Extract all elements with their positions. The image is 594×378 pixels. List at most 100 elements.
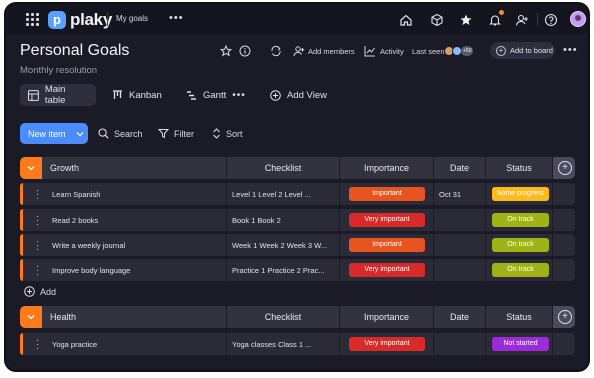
board-more-button[interactable]: •••	[563, 44, 578, 56]
row-color-bar	[20, 183, 23, 205]
user-avatar[interactable]	[570, 11, 586, 27]
sort-button[interactable]: Sort	[212, 128, 243, 139]
add-item-button[interactable]: Add	[24, 286, 56, 297]
add-to-board-button[interactable]: + Add to board	[490, 42, 555, 59]
help-icon[interactable]	[544, 13, 558, 27]
kanban-icon	[113, 89, 122, 99]
item-name[interactable]: Write a weekly journal	[20, 234, 226, 256]
importance-cell[interactable]: Important	[340, 183, 433, 205]
status-pill: On track	[492, 238, 549, 252]
status-cell[interactable]: On track	[486, 234, 552, 256]
row-menu-icon[interactable]: · · ·	[36, 336, 39, 353]
table-row[interactable]: · · · Read 2 books Book 1 Book 2 Very impo…	[20, 209, 576, 231]
new-item-button[interactable]: New item	[20, 123, 88, 144]
status-cell[interactable]: Not started	[486, 333, 552, 355]
checklist-cell[interactable]: Week 1 Week 2 Week 3 W...	[227, 234, 339, 256]
add-column-button[interactable]	[553, 306, 575, 328]
search-label: Search	[114, 128, 143, 139]
add-view-button[interactable]: Add View	[262, 84, 335, 106]
checklist-cell[interactable]: Level 1 Level 2 Level ...	[227, 183, 339, 205]
importance-pill: Very important	[349, 213, 425, 227]
last-seen-avatars[interactable]: +50	[444, 46, 474, 56]
apps-grid-icon[interactable]	[26, 13, 39, 26]
plaky-logo-icon: p	[48, 11, 66, 29]
bell-icon[interactable]	[488, 13, 502, 27]
status-cell[interactable]: On track	[486, 209, 552, 231]
workspace-more-button[interactable]: •••	[169, 12, 184, 24]
column-header-checklist[interactable]: Checklist	[227, 157, 339, 179]
importance-cell[interactable]: Important	[340, 234, 433, 256]
row-menu-icon[interactable]: · · ·	[36, 186, 39, 203]
table-row[interactable]: · · · Write a weekly journal Week 1 Week 2…	[20, 234, 576, 256]
column-header-importance[interactable]: Importance	[340, 157, 433, 179]
checklist-cell[interactable]: Book 1 Book 2	[227, 209, 339, 231]
column-header-date[interactable]: Date	[434, 306, 485, 328]
home-icon[interactable]	[399, 13, 413, 27]
row-menu-icon[interactable]: · · ·	[36, 212, 39, 229]
workspace-name[interactable]: My goals	[116, 14, 148, 23]
group-collapse-toggle[interactable]	[20, 157, 42, 179]
importance-pill: Important	[349, 238, 425, 252]
row-color-bar	[20, 333, 23, 355]
item-name[interactable]: Learn Spanish	[20, 183, 226, 205]
importance-cell[interactable]: Very important	[340, 333, 433, 355]
filter-button[interactable]: Filter	[158, 128, 194, 139]
checklist-cell[interactable]: Yoga classes Class 1 ...	[227, 333, 339, 355]
group-header-growth: Growth Checklist Importance Date Status	[20, 157, 576, 179]
favorite-star-icon[interactable]	[220, 45, 232, 57]
notification-badge	[499, 10, 504, 15]
chevron-down-icon	[27, 315, 35, 320]
automation-icon[interactable]	[270, 45, 282, 57]
item-name[interactable]: Improve body language	[20, 259, 226, 281]
group-name[interactable]: Health	[20, 306, 226, 328]
table-row[interactable]: · · · Improve body language Practice 1 Pra…	[20, 259, 576, 281]
column-header-date[interactable]: Date	[434, 157, 485, 179]
search-button[interactable]: Search	[98, 128, 143, 139]
item-name[interactable]: Read 2 books	[20, 209, 226, 231]
tab-gantt[interactable]: Gantt •••	[178, 84, 254, 106]
date-cell[interactable]	[434, 333, 485, 355]
row-menu-icon[interactable]: · · ·	[36, 237, 39, 254]
board-title[interactable]: Personal Goals	[20, 42, 129, 60]
checklist-cell[interactable]: Practice 1 Practice 2 Prac...	[227, 259, 339, 281]
row-menu-icon[interactable]: · · ·	[36, 262, 39, 279]
logo[interactable]: p plaky	[48, 10, 112, 30]
add-members-icon[interactable]	[293, 45, 305, 57]
column-header-importance[interactable]: Importance	[340, 306, 433, 328]
group-collapse-toggle[interactable]	[20, 306, 42, 328]
column-header-status[interactable]: Status	[486, 157, 552, 179]
star-icon[interactable]	[459, 13, 473, 27]
group-name[interactable]: Growth	[20, 157, 226, 179]
tab-label: Kanban	[129, 89, 162, 101]
cube-icon[interactable]	[430, 13, 444, 27]
tab-kanban[interactable]: Kanban	[104, 84, 170, 106]
column-header-checklist[interactable]: Checklist	[227, 306, 339, 328]
date-cell[interactable]	[434, 209, 485, 231]
add-column-button[interactable]	[553, 157, 575, 179]
plus-circle-icon: +	[496, 45, 506, 56]
status-cell[interactable]: On track	[486, 259, 552, 281]
status-cell[interactable]: Some progress	[486, 183, 552, 205]
add-user-icon[interactable]	[515, 13, 529, 27]
last-seen-count: +50	[461, 46, 474, 56]
add-members-button[interactable]: Add members	[308, 47, 355, 56]
info-icon[interactable]	[239, 45, 251, 57]
date-cell[interactable]: Oct 31	[434, 183, 485, 205]
status-pill: On track	[492, 213, 549, 227]
activity-icon[interactable]	[364, 45, 376, 57]
table-row[interactable]: · · · Learn Spanish Level 1 Level 2 Level …	[20, 183, 576, 205]
column-header-status[interactable]: Status	[486, 306, 552, 328]
board-description[interactable]: Monthly resolution	[20, 65, 97, 76]
tab-main-table[interactable]: Main table	[20, 84, 96, 106]
date-cell[interactable]	[434, 234, 485, 256]
table-row[interactable]: · · · Yoga practice Yoga classes Class 1 .…	[20, 333, 576, 355]
chevron-down-icon[interactable]	[76, 130, 84, 138]
group-header-health: Health Checklist Importance Date Status	[20, 306, 576, 328]
activity-button[interactable]: Activity	[380, 47, 404, 56]
date-cell[interactable]	[434, 259, 485, 281]
gantt-more-button[interactable]: •••	[232, 90, 246, 101]
importance-cell[interactable]: Very important	[340, 259, 433, 281]
last-seen-label: Last seen	[412, 47, 445, 56]
item-name[interactable]: Yoga practice	[20, 333, 226, 355]
importance-cell[interactable]: Very important	[340, 209, 433, 231]
